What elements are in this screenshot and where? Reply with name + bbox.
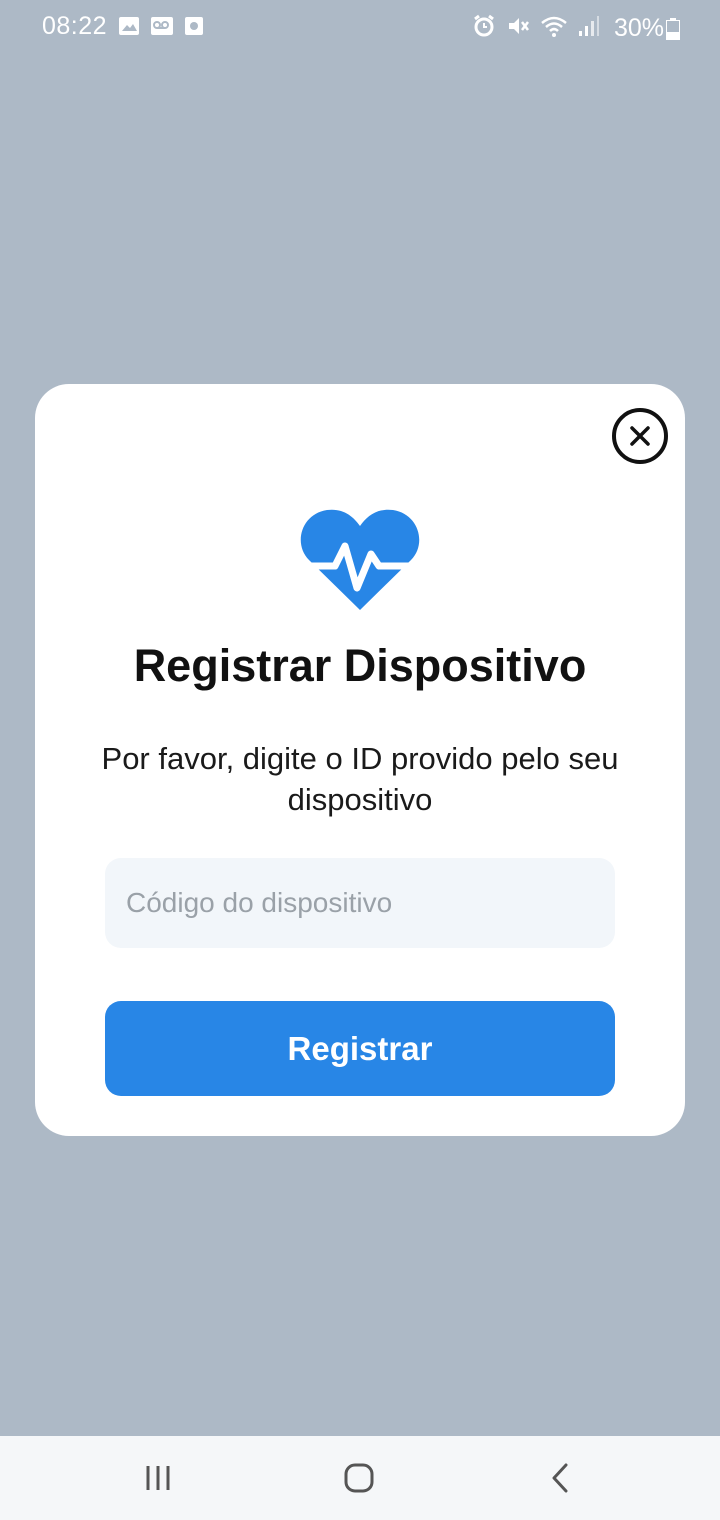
close-icon xyxy=(630,426,650,446)
mute-icon xyxy=(506,14,530,43)
dialog-subtitle: Por favor, digite o ID provido pelo seu … xyxy=(101,741,619,817)
home-icon xyxy=(344,1463,374,1493)
navigation-bar xyxy=(0,1436,720,1520)
heart-pulse-icon xyxy=(299,508,421,617)
alarm-icon xyxy=(472,14,496,43)
back-button[interactable] xyxy=(530,1458,590,1498)
status-bar: 08:22 30% xyxy=(0,0,720,56)
dialog-title: Registrar Dispositivo xyxy=(133,640,587,691)
register-device-dialog: Registrar Dispositivo Por favor, digite … xyxy=(35,384,685,1136)
wifi-icon xyxy=(540,14,568,43)
recent-apps-button[interactable] xyxy=(128,1458,188,1498)
close-button[interactable] xyxy=(612,408,668,464)
voicemail-icon xyxy=(150,16,174,41)
back-icon xyxy=(552,1463,568,1493)
status-left-icons xyxy=(118,16,204,41)
recent-apps-icon xyxy=(146,1466,170,1490)
screen-record-icon xyxy=(184,16,204,41)
register-button[interactable]: Registrar xyxy=(105,1001,615,1096)
signal-icon xyxy=(578,14,600,43)
status-time: 08:22 xyxy=(42,12,108,40)
device-code-input[interactable] xyxy=(105,858,615,948)
status-right-icons xyxy=(472,14,600,43)
image-icon xyxy=(118,16,140,41)
home-button[interactable] xyxy=(329,1458,389,1498)
battery-icon xyxy=(666,18,680,45)
battery-percent: 30% xyxy=(613,14,664,42)
